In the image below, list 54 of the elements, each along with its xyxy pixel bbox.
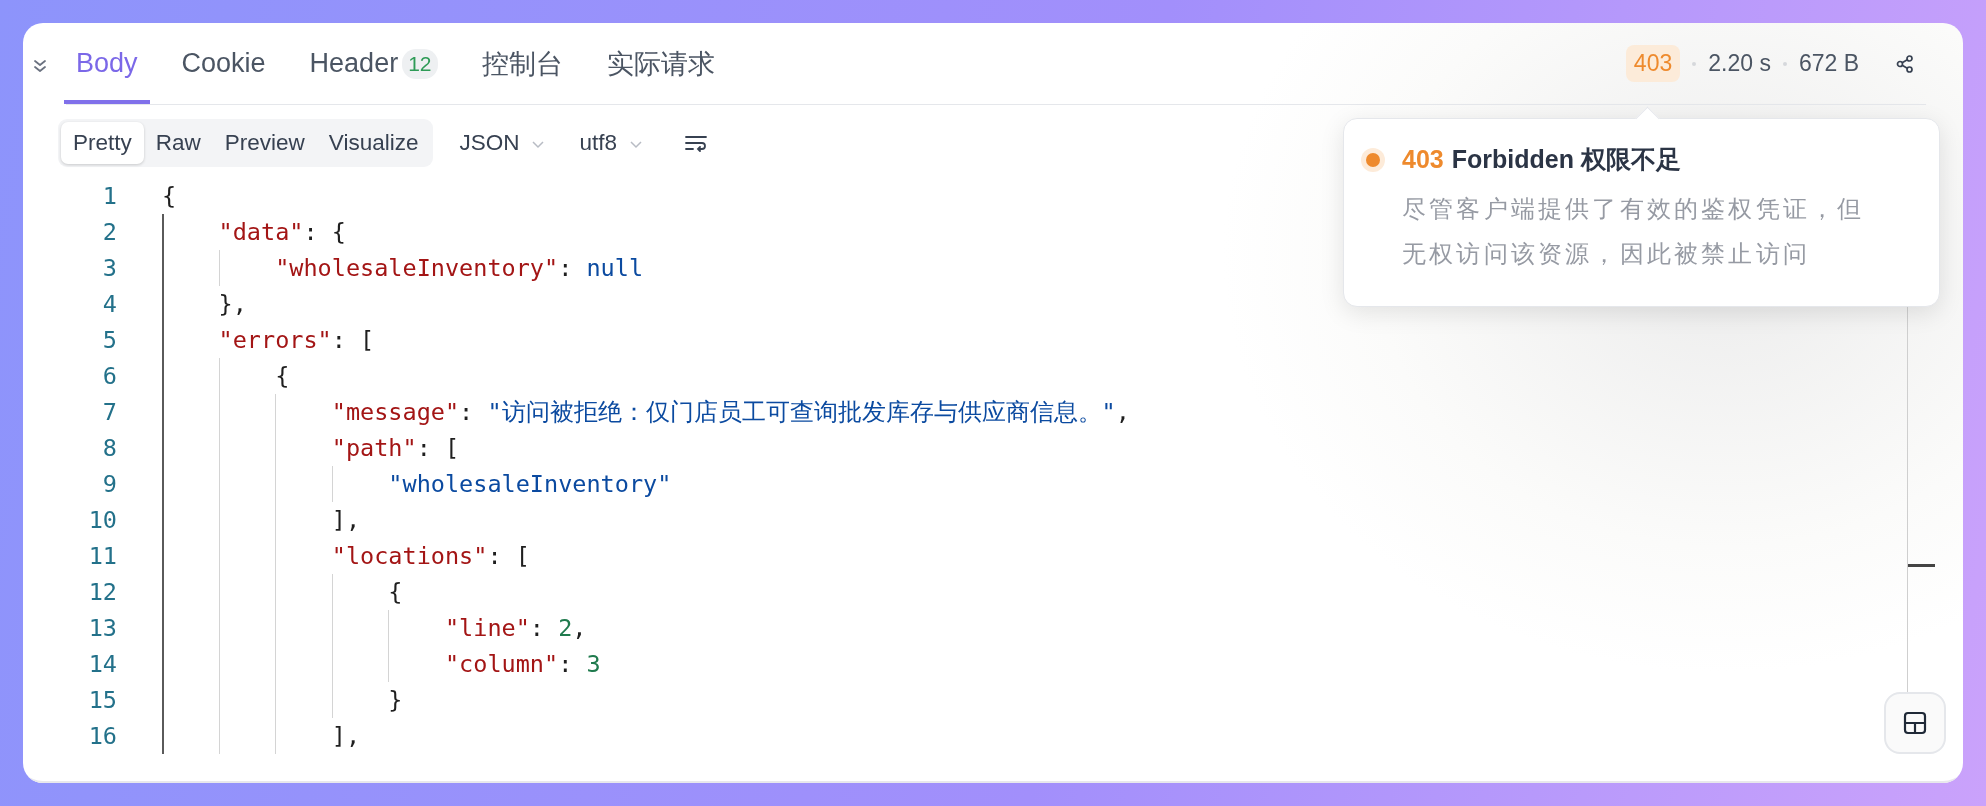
code-line: }, [218, 290, 247, 318]
line-number: 1 [101, 182, 117, 210]
code-line: { [388, 578, 403, 606]
response-size: 672 B [1798, 50, 1859, 77]
popover-title: Forbidden 权限不足 [1451, 144, 1681, 175]
line-number: 15 [87, 686, 117, 714]
line-number: 3 [101, 254, 117, 282]
tab[interactable]: 控制台 [469, 23, 575, 104]
code-line: { [162, 182, 177, 210]
line-number: 13 [87, 614, 117, 642]
popover-status-code: 403 [1402, 145, 1444, 174]
response-time: 2.20 s [1708, 50, 1771, 77]
line-number: 16 [87, 722, 117, 750]
code-line: "message": "访问被拒绝：仅门店员工可查询批发库存与供应商信息。", [331, 397, 1130, 428]
wrap-lines-icon[interactable] [685, 134, 707, 152]
line-number: 9 [101, 470, 117, 498]
code-line: { [275, 362, 290, 390]
tab[interactable]: Cookie [169, 23, 278, 104]
layout-button[interactable] [1884, 692, 1946, 754]
code-line: "locations": [ [331, 542, 530, 570]
line-number: 4 [101, 290, 117, 318]
layout-icon [1903, 711, 1927, 735]
line-number: 6 [101, 362, 117, 390]
overview-ruler-marker [1908, 564, 1935, 567]
code-line: "data": { [218, 218, 346, 246]
code-line: } [388, 686, 403, 714]
line-number: 12 [87, 578, 117, 606]
format-dropdown[interactable]: JSON [451, 124, 554, 162]
code-line: "column": 3 [444, 650, 601, 678]
line-number: 2 [101, 218, 117, 246]
line-number: 11 [87, 542, 117, 570]
view-mode-tab[interactable]: Pretty [61, 122, 144, 164]
line-number: 14 [87, 650, 117, 678]
line-number: 10 [87, 506, 117, 534]
code-line: "path": [ [331, 434, 460, 462]
line-number: 7 [101, 398, 117, 426]
line-number: 5 [101, 326, 117, 354]
code-line: "errors": [ [218, 326, 375, 354]
code-line: "wholesaleInventory": null [275, 254, 644, 282]
collapse-icon[interactable] [32, 57, 48, 74]
tab[interactable]: Header 12 [297, 23, 450, 104]
view-mode-tab[interactable]: Raw [143, 122, 213, 164]
code-line: ], [331, 722, 361, 750]
code-line: "wholesaleInventory" [388, 470, 672, 498]
code-line: "line": 2, [444, 614, 587, 642]
view-mode-tab[interactable]: Visualize [316, 122, 431, 164]
share-icon[interactable] [1895, 53, 1915, 74]
code-line: ], [331, 506, 361, 534]
tab[interactable]: 实际请求 [594, 23, 727, 104]
count-badge: 12 [402, 48, 438, 79]
line-number: 8 [101, 434, 117, 462]
popover-description: 尽管客户端提供了有效的鉴权凭证，但无权访问该资源，因此被禁止访问 [1402, 194, 1866, 269]
view-mode-tab[interactable]: Preview [212, 122, 317, 164]
encoding-dropdown[interactable]: utf8 [571, 124, 651, 162]
